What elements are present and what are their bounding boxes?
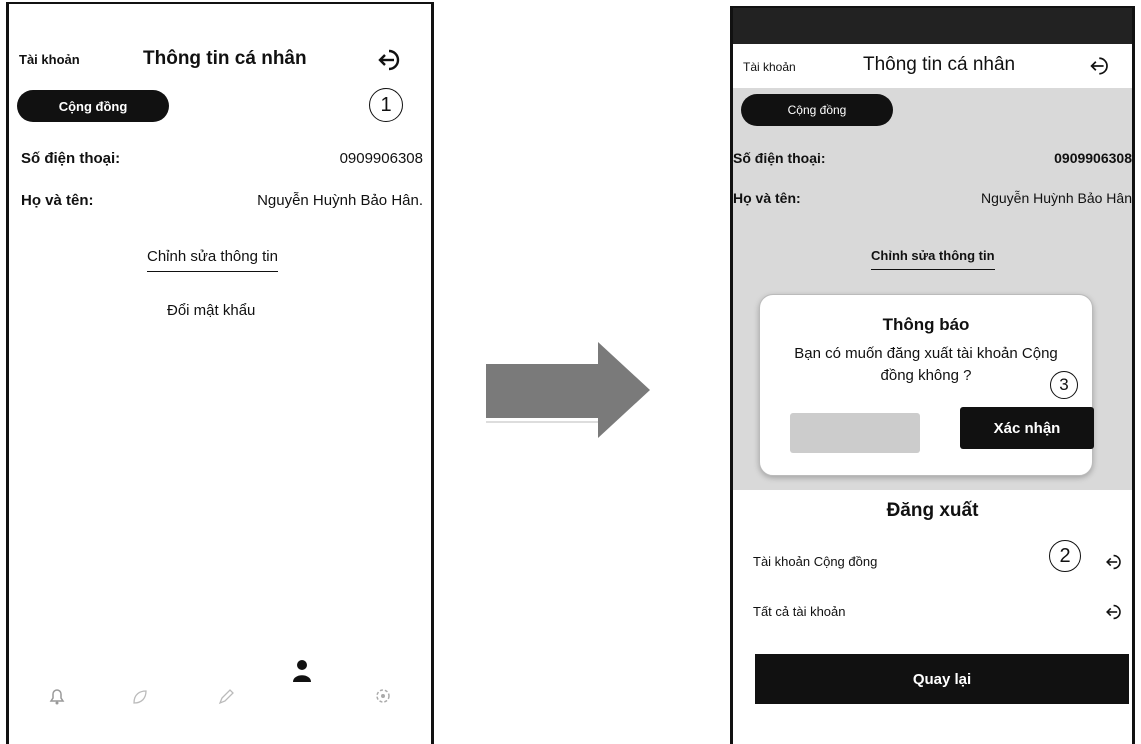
community-pill[interactable]: Cộng đồng (741, 94, 893, 126)
step-marker-1: 1 (369, 88, 403, 122)
edit-profile-link[interactable]: Chỉnh sửa thông tin (147, 248, 278, 272)
cancel-button[interactable] (790, 413, 920, 453)
logout-sheet-title: Đăng xuất (886, 500, 979, 521)
logout-community-item[interactable]: Tài khoản Cộng đồng (753, 554, 877, 569)
step-marker-3: 3 (1050, 371, 1078, 399)
edit-profile-link[interactable]: Chỉnh sửa thông tin (871, 248, 995, 270)
pen-icon[interactable] (217, 688, 235, 711)
phone-value: 0909906308 (339, 150, 423, 167)
name-value: Nguyễn Huỳnh Bảo Hân (981, 190, 1132, 206)
phone-screen-after: Tài khoản Thông tin cá nhân Cộng đồng Số… (730, 6, 1135, 744)
phone-label: Số điện thoại: (21, 150, 121, 167)
phone-label: Số điện thoại: (733, 150, 826, 166)
logout-icon[interactable] (377, 46, 405, 79)
dimmed-backdrop[interactable]: Cộng đồng Số điện thoại: 0909906308 Họ v… (733, 88, 1132, 490)
logout-icon[interactable] (1089, 54, 1113, 83)
header-account-label[interactable]: Tài khoản (743, 60, 796, 74)
name-value: Nguyễn Huỳnh Bảo Hân. (257, 192, 423, 209)
header-account-label[interactable]: Tài khoản (19, 52, 80, 67)
logout-icon[interactable] (1105, 552, 1125, 577)
change-password-link[interactable]: Đổi mật khẩu (167, 302, 255, 319)
logout-all-item[interactable]: Tất cả tài khoản (753, 604, 846, 619)
bell-icon[interactable] (47, 686, 67, 711)
phone-value: 0909906308 (1054, 150, 1132, 166)
logout-icon[interactable] (1105, 602, 1125, 627)
confirm-button[interactable]: Xác nhận (960, 407, 1094, 449)
dialog-message: Bạn có muốn đăng xuất tài khoản Cộng đồn… (794, 345, 1058, 384)
dialog-title: Thông báo (882, 315, 970, 334)
logout-confirm-dialog: Thông báo Bạn có muốn đăng xuất tài khoả… (759, 294, 1094, 476)
settings-icon[interactable] (373, 686, 393, 711)
page-title: Thông tin cá nhân (863, 54, 1016, 75)
name-label: Họ và tên: (21, 192, 94, 209)
arrow-right-icon (486, 342, 650, 443)
user-icon[interactable] (291, 658, 313, 689)
community-pill[interactable]: Cộng đồng (17, 90, 169, 122)
header: Tài khoản Thông tin cá nhân (733, 44, 1132, 88)
leaf-icon[interactable] (131, 688, 149, 711)
phone-screen-before: Tài khoản Thông tin cá nhân Cộng đồng 1 … (6, 2, 434, 744)
name-label: Họ và tên: (733, 190, 801, 206)
header: Tài khoản Thông tin cá nhân (9, 4, 431, 84)
bottom-nav (9, 634, 431, 744)
step-marker-2: 2 (1049, 540, 1081, 572)
page-title: Thông tin cá nhân (143, 48, 307, 69)
back-button[interactable]: Quay lại (755, 654, 1129, 704)
